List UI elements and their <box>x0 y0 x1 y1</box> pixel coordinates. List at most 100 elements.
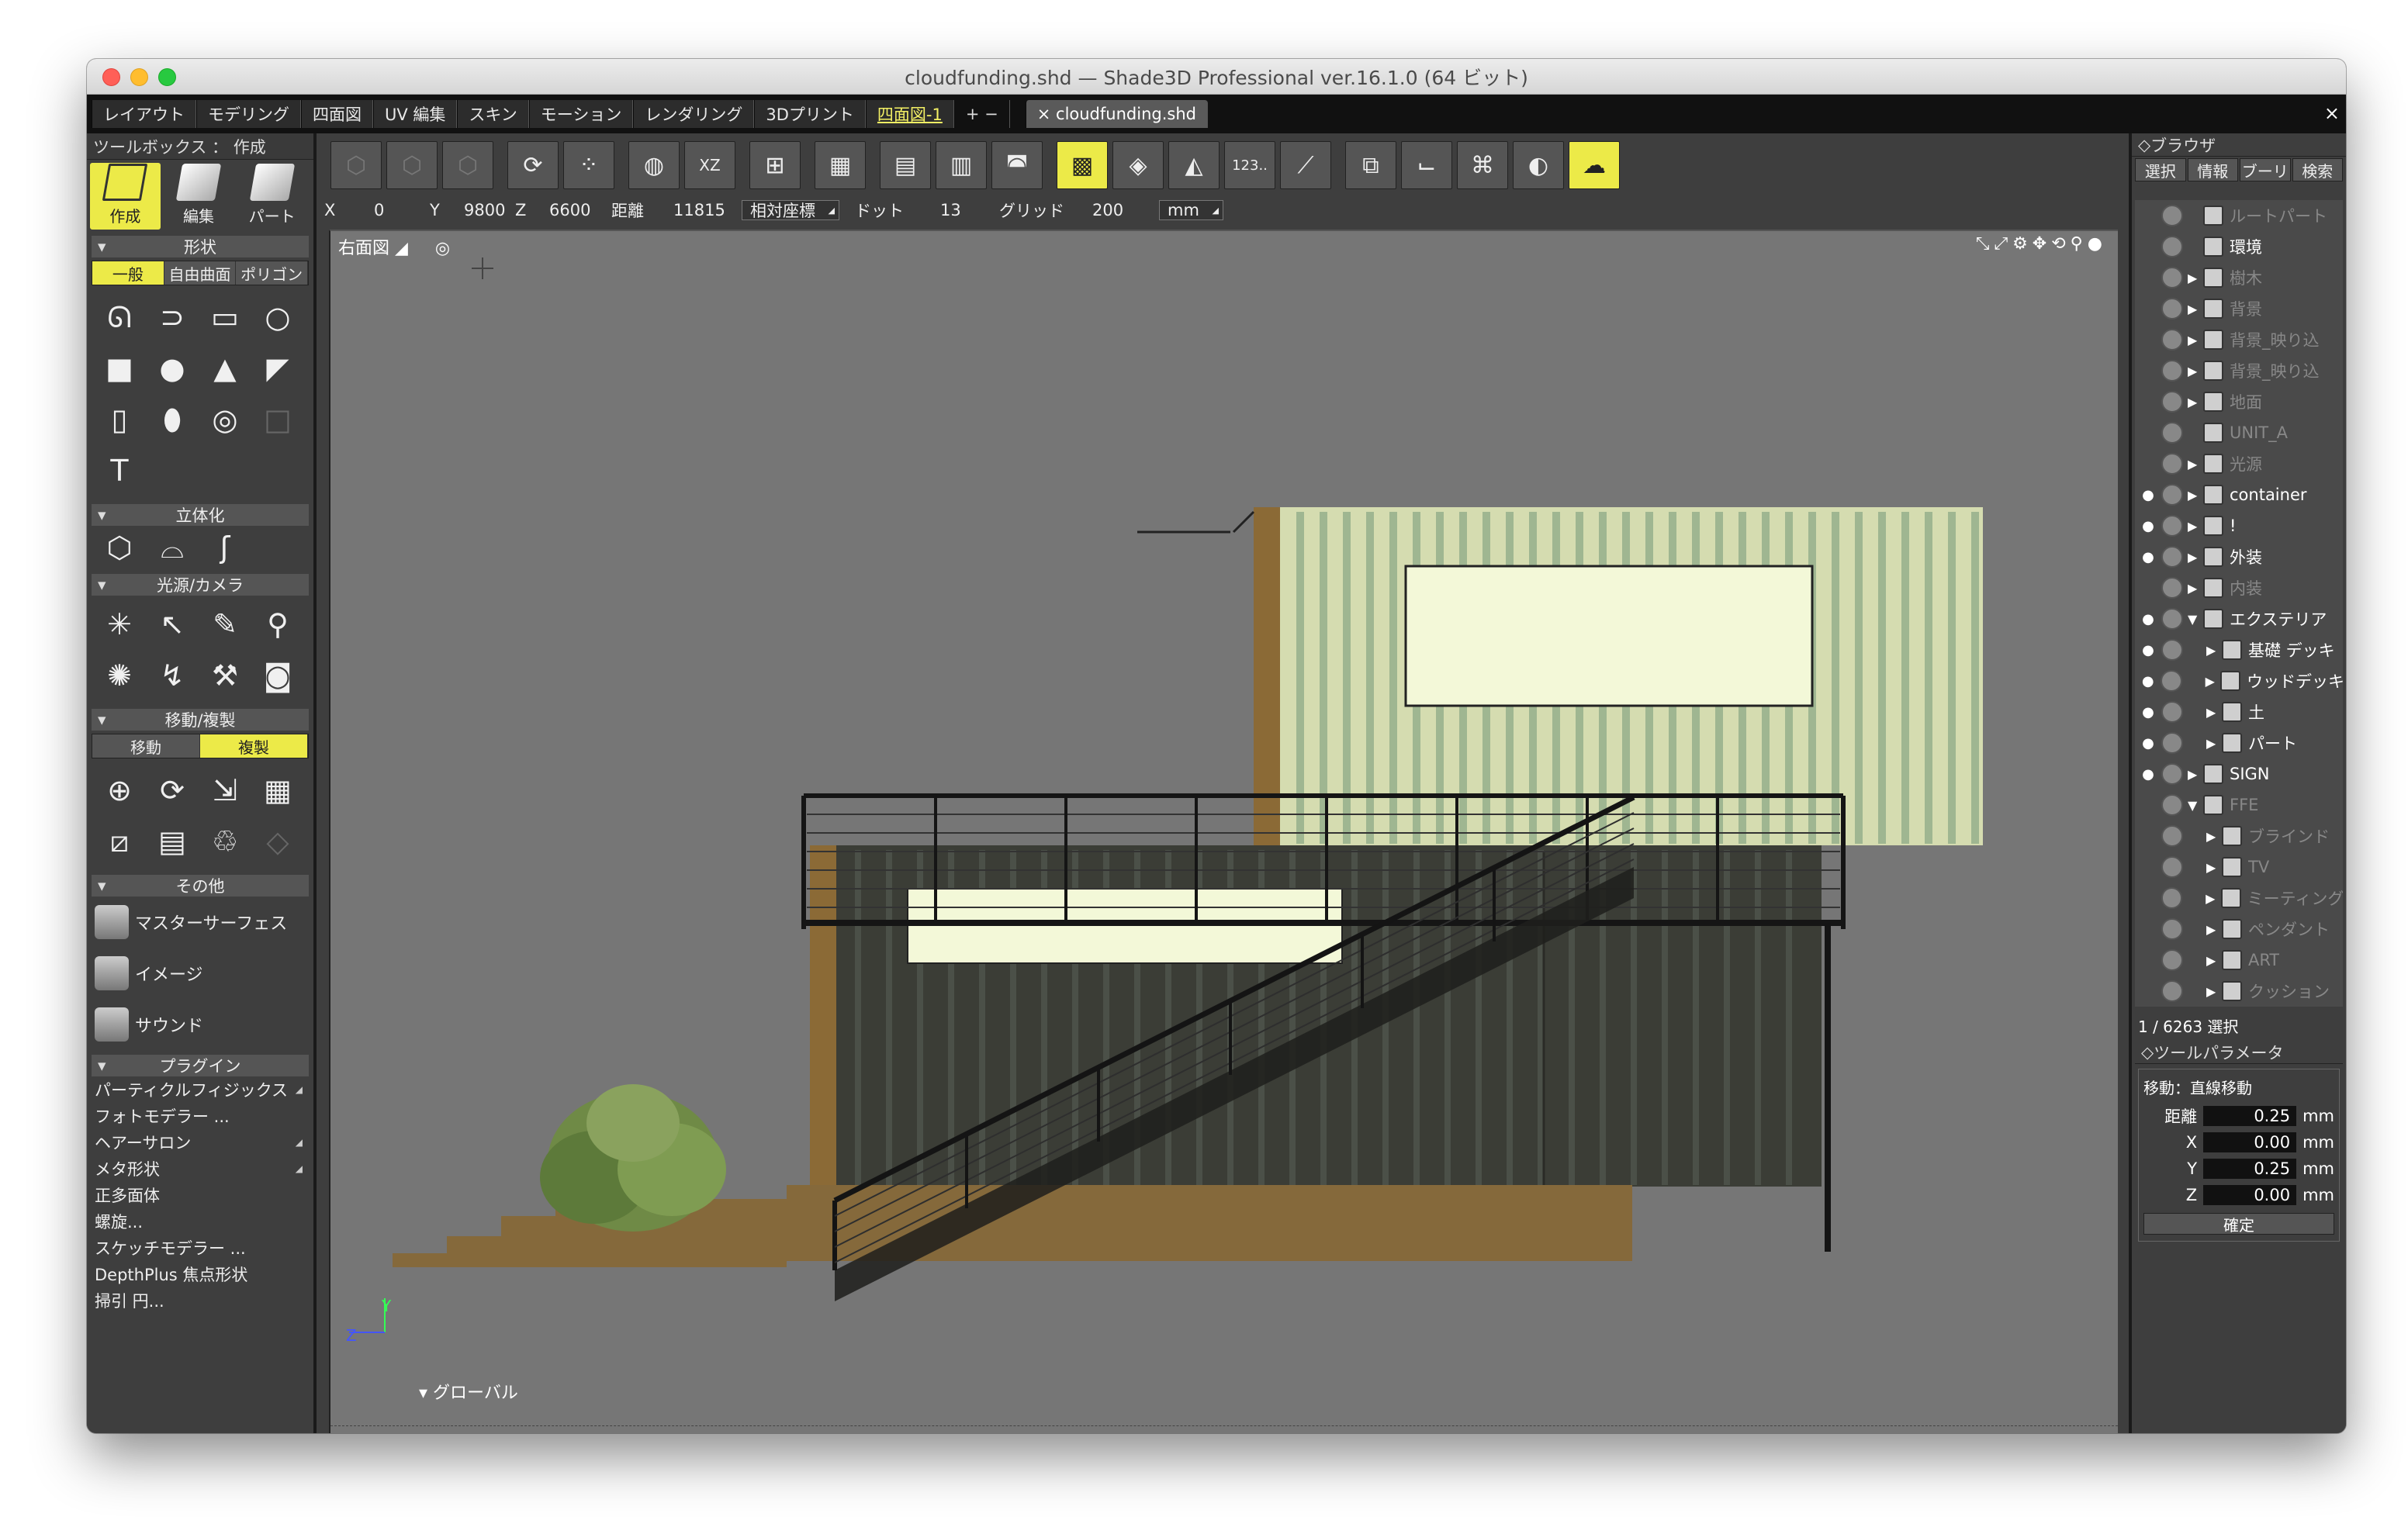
scene-tree[interactable]: ルートパート 環境 ▶ 樹木 ▶ 背景 ▶ 背景_映り込 ▶ 背景_映り込 ▶ 地面 UNIT_A ▶ 光源… <box>2135 200 2343 1007</box>
x-value[interactable]: 0 <box>374 201 430 219</box>
tree-row[interactable]: ● ▶ 外装 <box>2135 541 2343 572</box>
target-light-icon[interactable]: ⚒ <box>199 650 251 701</box>
zoom-icon[interactable]: ⚲ <box>2071 234 2088 254</box>
shear-icon[interactable]: ⧄ <box>93 816 146 867</box>
plugin-depthplus[interactable]: DepthPlus 焦点形状 <box>87 1261 313 1287</box>
revolve-icon[interactable]: ⌓ <box>146 529 199 566</box>
numeric-icon[interactable]: ▤ <box>146 816 199 867</box>
circle-icon[interactable]: ○ <box>251 292 304 343</box>
render-icon[interactable]: ● <box>2088 234 2107 254</box>
expand-toggle-icon[interactable]: ▶ <box>2188 550 2203 565</box>
distance-value[interactable]: 11815 <box>673 201 742 219</box>
expand-toggle-icon[interactable]: ▶ <box>2206 984 2222 999</box>
visibility-eye-icon[interactable]: ● <box>2135 549 2161 565</box>
expand-toggle-icon[interactable]: ▶ <box>2206 922 2222 937</box>
text-icon[interactable]: T <box>93 445 146 496</box>
coordinate-mode-select[interactable]: 相対座標 <box>742 200 839 220</box>
shape-tab-freeform[interactable]: 自由曲面 <box>164 261 237 285</box>
cone-icon[interactable]: ▲ <box>199 343 251 394</box>
browser-tab-select[interactable]: 選択 <box>2135 158 2186 181</box>
tree-row[interactable]: ● ▶ 基礎 デッキ <box>2135 634 2343 665</box>
tree-row[interactable]: ▶ 樹木 <box>2135 262 2343 293</box>
box-icon[interactable]: ■ <box>93 343 146 394</box>
tree-row[interactable]: ● ▶ パート <box>2135 727 2343 758</box>
render-toggle-icon[interactable] <box>2161 639 2183 661</box>
tree-row[interactable]: ● ▶ SIGN <box>2135 758 2343 789</box>
render-toggle-icon[interactable] <box>2161 546 2183 568</box>
tree-row[interactable]: 環境 <box>2135 231 2343 262</box>
plugin-polyhedron[interactable]: 正多面体 <box>87 1182 313 1208</box>
tab-skin[interactable]: スキン <box>457 100 529 128</box>
plugin-photo-modeler[interactable]: フォトモデラー ... <box>87 1103 313 1129</box>
extrude-icon[interactable]: ⬡ <box>93 529 146 566</box>
expand-toggle-icon[interactable]: ▶ <box>2188 767 2203 782</box>
tab-layout[interactable]: レイアウト <box>92 100 196 128</box>
tree-row[interactable]: ▶ クッション <box>2135 976 2343 1007</box>
browser-tab-info[interactable]: 情報 <box>2187 158 2238 181</box>
render-toggle-icon[interactable] <box>2161 887 2183 909</box>
expand-toggle-icon[interactable]: ▶ <box>2206 643 2222 658</box>
grid-value[interactable]: 200 <box>1092 201 1151 219</box>
plugin-sweep-circle[interactable]: 掃引 円... <box>87 1287 313 1314</box>
rotate-icon[interactable]: ⟳ <box>146 765 199 816</box>
plugin-spiral[interactable]: 螺旋... <box>87 1208 313 1235</box>
render-toggle-icon[interactable] <box>2161 484 2183 506</box>
sphere-icon[interactable]: ● <box>146 343 199 394</box>
render-toggle-icon[interactable] <box>2161 515 2183 537</box>
tree-row[interactable]: ▶ 背景 <box>2135 293 2343 324</box>
y-value[interactable]: 9800 <box>464 201 515 219</box>
sound-button[interactable]: サウンド <box>87 999 313 1050</box>
tree-row[interactable]: ▶ ペンダント <box>2135 914 2343 945</box>
render-toggle-icon[interactable] <box>2161 267 2183 288</box>
axis-icon[interactable]: ⌙ <box>1401 141 1452 189</box>
visibility-eye-icon[interactable]: ● <box>2135 735 2161 751</box>
browser-tab-boolean[interactable]: ブーリ <box>2240 158 2291 181</box>
visibility-eye-icon[interactable]: ● <box>2135 704 2161 720</box>
torus-icon[interactable]: ◎ <box>199 394 251 445</box>
align-icon[interactable]: ♲ <box>199 816 251 867</box>
section-other[interactable]: その他 <box>92 875 309 897</box>
render-toggle-icon[interactable] <box>2161 918 2183 940</box>
warp-icon[interactable]: ⌘ <box>1457 141 1508 189</box>
tab-uv-edit[interactable]: UV 編集 <box>373 100 458 128</box>
browser-tab-search[interactable]: 検索 <box>2292 158 2343 181</box>
close-window-button[interactable] <box>102 68 120 86</box>
confirm-button[interactable]: 確定 <box>2143 1213 2334 1235</box>
settings-icon[interactable]: ⚙ <box>2012 234 2033 254</box>
render-toggle-icon[interactable] <box>2161 329 2183 351</box>
tree-row[interactable]: ▶ ミーティング <box>2135 883 2343 914</box>
add-remove-tab-button[interactable]: + − <box>953 100 1010 128</box>
rectangle-icon[interactable]: ▭ <box>199 292 251 343</box>
tree-row[interactable]: ▶ ブラインド <box>2135 821 2343 852</box>
car-icon[interactable]: ◚ <box>991 141 1043 189</box>
render-toggle-icon[interactable] <box>2161 577 2183 599</box>
render-toggle-icon[interactable] <box>2161 670 2183 692</box>
plugin-hair-salon[interactable]: ヘアーサロン <box>87 1129 313 1156</box>
document-tab[interactable]: × cloudfunding.shd <box>1025 100 1208 128</box>
tree-row[interactable]: ▶ 背景_映り込 <box>2135 355 2343 386</box>
tree-row[interactable]: ● ▶! <box>2135 510 2343 541</box>
render-toggle-icon[interactable] <box>2161 298 2183 320</box>
line-light-icon[interactable]: ⚲ <box>251 599 304 650</box>
param-x-input[interactable]: 0.00 <box>2203 1132 2297 1152</box>
point-light-icon[interactable]: ✳ <box>93 599 146 650</box>
measure-icon[interactable]: ◭ <box>1168 141 1220 189</box>
tree-row[interactable]: ▶ 内装 <box>2135 572 2343 603</box>
expand-toggle-icon[interactable]: ▶ <box>2188 271 2203 285</box>
closed-line-icon[interactable]: ⊃ <box>146 292 199 343</box>
expand-toggle-icon[interactable]: ▶ <box>2206 829 2222 844</box>
section-plugin[interactable]: プラグイン <box>92 1055 309 1076</box>
view-selector[interactable]: 右面図 ◢ ◎ <box>338 234 450 259</box>
tree-row[interactable]: ● ▶ 土 <box>2135 696 2343 727</box>
visibility-eye-icon[interactable]: ● <box>2135 766 2161 783</box>
section-move-copy[interactable]: 移動/複製 <box>92 709 309 731</box>
expand-toggle-icon[interactable]: ▶ <box>2206 860 2222 875</box>
tree-row[interactable]: ● ▶ ウッドデッキ <box>2135 665 2343 696</box>
cubes-icon[interactable]: ◈ <box>1112 141 1164 189</box>
expand-toggle-icon[interactable]: ▶ <box>2188 457 2203 472</box>
expand-toggle-icon[interactable]: ▶ <box>2188 519 2203 534</box>
expand-toggle-icon[interactable]: ▶ <box>2206 736 2222 751</box>
expand-toggle-icon[interactable]: ▶ <box>2206 891 2221 906</box>
render-toggle-icon[interactable] <box>2161 949 2183 971</box>
tree-row[interactable]: ● ▼ エクステリア <box>2135 603 2343 634</box>
